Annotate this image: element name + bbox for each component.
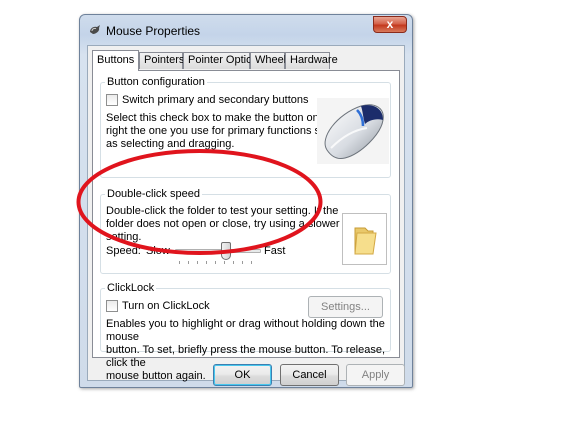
switch-buttons-checkbox[interactable]	[106, 94, 118, 106]
slider-tick	[224, 261, 225, 264]
switch-buttons-label: Switch primary and secondary buttons	[122, 94, 309, 106]
mouse-pointer-icon	[90, 25, 100, 34]
folder-icon[interactable]	[343, 214, 386, 264]
buttons-tab-panel: Button configuration Switch primary and …	[92, 70, 400, 382]
clicklock-legend: ClickLock	[107, 282, 155, 294]
tab-pointers[interactable]: Pointers	[139, 52, 184, 69]
double-click-speed-legend: Double-click speed	[107, 188, 200, 200]
close-icon: x	[386, 17, 394, 31]
mouse-image	[317, 98, 389, 164]
slider-tick	[206, 261, 207, 264]
clicklock-settings-button[interactable]: Settings...	[308, 296, 383, 318]
tab-wheel[interactable]: Wheel	[250, 52, 286, 69]
double-click-speed-slider[interactable]	[175, 241, 261, 267]
test-folder-area[interactable]	[342, 213, 387, 265]
slider-tick	[215, 261, 216, 264]
button-configuration-legend: Button configuration	[107, 76, 205, 88]
tab-buttons[interactable]: Buttons	[92, 50, 139, 71]
slider-tick	[251, 261, 252, 264]
title-bar[interactable]: Mouse Properties x	[80, 15, 412, 43]
slider-tick	[188, 261, 189, 264]
dialog-client-area: Buttons Pointers Pointer Options Wheel H…	[87, 45, 405, 386]
window-title: Mouse Properties	[106, 24, 201, 38]
slider-tick	[197, 261, 198, 264]
clicklock-checkbox[interactable]	[106, 300, 118, 312]
slider-track[interactable]	[175, 249, 261, 253]
slider-tick	[179, 261, 180, 264]
button-config-description: Select this check box to make the button…	[106, 112, 338, 150]
speed-label: Speed:	[106, 245, 141, 257]
slider-tick	[233, 261, 234, 264]
tab-hardware[interactable]: Hardware	[285, 52, 338, 69]
close-button[interactable]: x	[373, 16, 407, 33]
slider-thumb[interactable]	[221, 242, 231, 260]
clicklock-description: Enables you to highlight or drag without…	[106, 318, 386, 382]
slow-label: Slow	[146, 245, 170, 257]
fast-label: Fast	[264, 245, 286, 257]
mouse-properties-window: Mouse Properties x Buttons Pointers Poin…	[79, 14, 413, 388]
double-click-description: Double-click the folder to test your set…	[106, 205, 340, 243]
tab-pointer-options[interactable]: Pointer Options	[183, 52, 264, 69]
slider-tick	[242, 261, 243, 264]
clicklock-label: Turn on ClickLock	[122, 300, 210, 312]
